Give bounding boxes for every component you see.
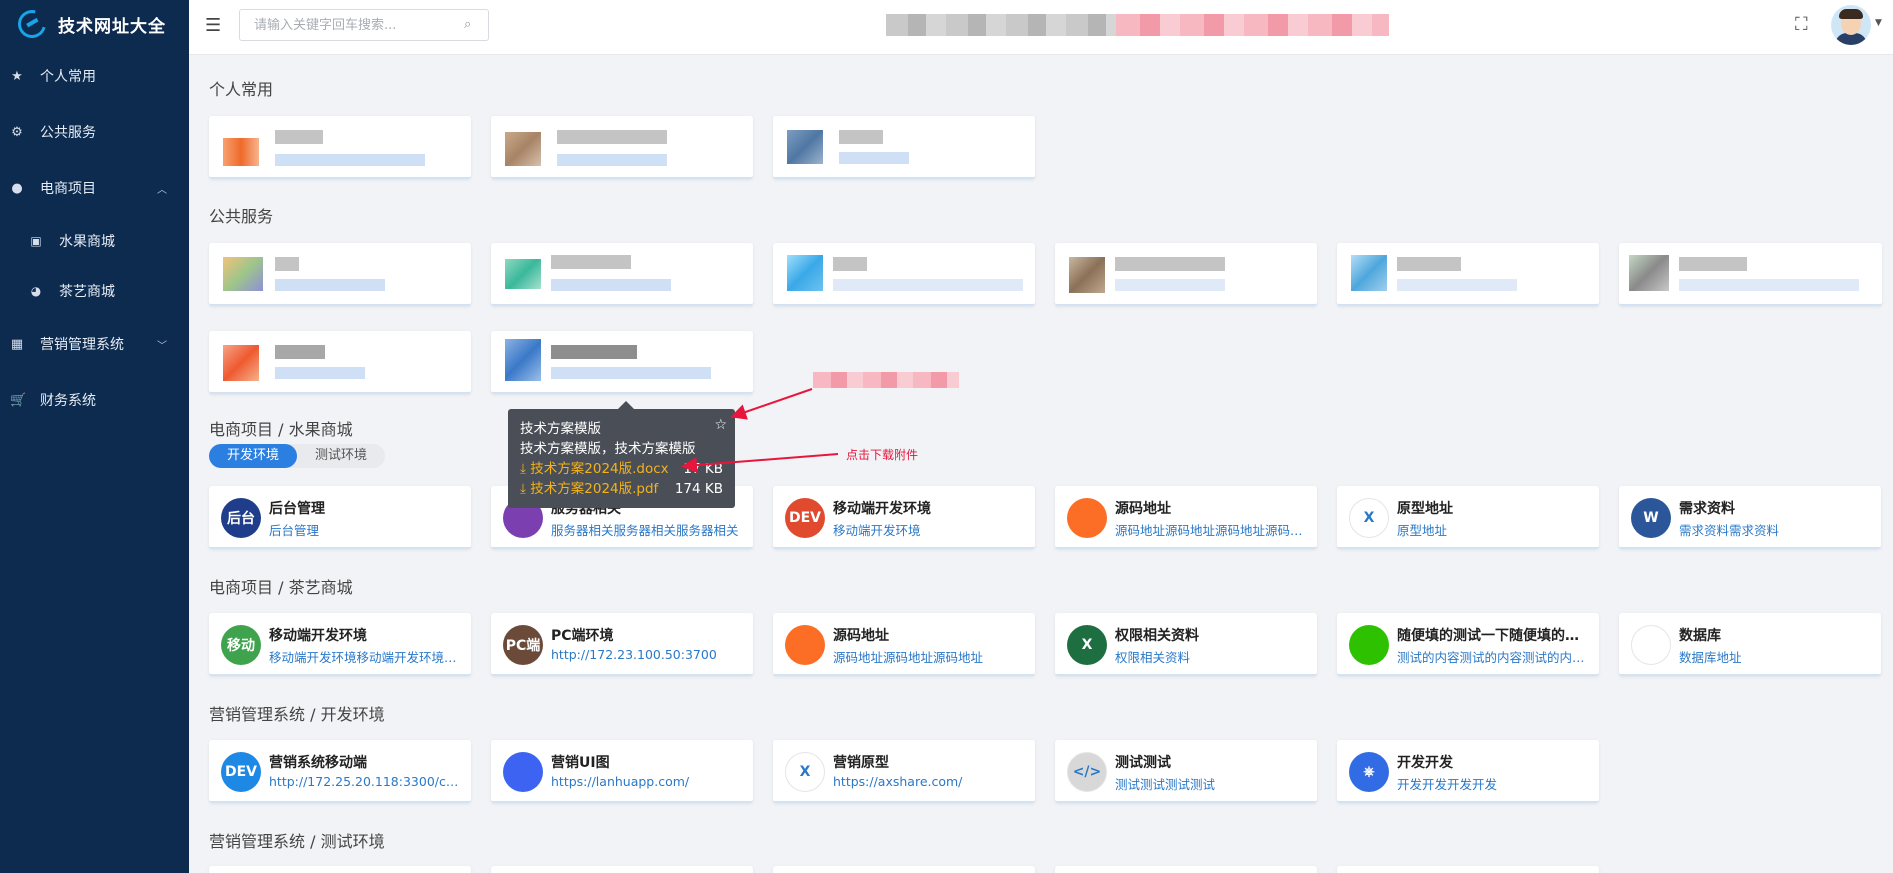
annotation-arrows: [681, 388, 839, 474]
